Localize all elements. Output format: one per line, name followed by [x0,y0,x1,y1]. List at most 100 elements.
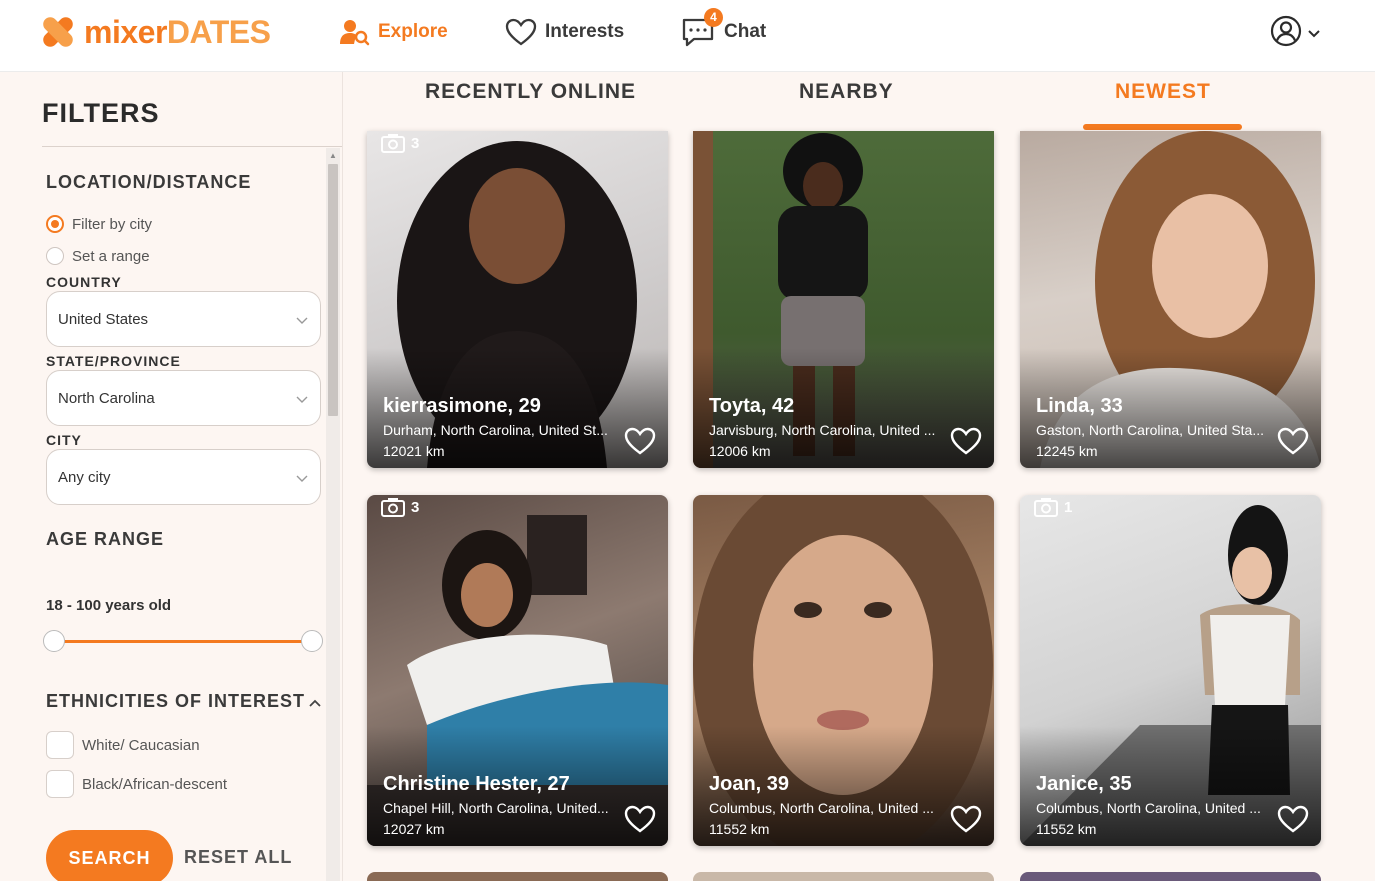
like-heart-icon[interactable] [1277,805,1309,838]
profile-name: Christine Hester, 27 [383,773,570,795]
site-logo[interactable]: mixerDATES [40,12,271,52]
filters-sidebar: FILTERS ▲ LOCATION/DISTANCE Filter by ci… [0,72,343,881]
chat-bubble-icon: 4 [682,8,723,48]
profile-location: Gaston, North Carolina, United Sta... [1036,422,1264,438]
age-slider-min-handle[interactable] [43,630,65,652]
profile-location: Chapel Hill, North Carolina, United... [383,800,609,816]
profile-location: Columbus, North Carolina, United ... [1036,800,1261,816]
like-heart-icon[interactable] [624,805,656,838]
photo-count: 3 [381,497,419,517]
nav-interests-label: Interests [545,21,625,42]
state-label: STATE/PROVINCE [46,353,181,369]
tab-nearby[interactable]: NEARBY [799,80,894,104]
search-button[interactable]: SEARCH [46,830,173,881]
logo-text-part1: mixer [84,13,167,50]
radio-set-range[interactable]: Set a range [46,247,150,265]
photo-count: 1 [1034,497,1072,517]
logo-mark-icon [40,14,76,50]
checkbox-box[interactable] [46,770,74,798]
photo-count-value: 1 [1064,498,1073,516]
profile-distance: 11552 km [709,821,770,837]
tab-newest[interactable]: NEWEST [1115,80,1211,104]
profile-location: Columbus, North Carolina, United ... [709,800,934,816]
scroll-up-arrow-icon[interactable]: ▲ [329,151,337,160]
radio-set-range-label: Set a range [72,247,150,265]
discover-tabs: RECENTLY ONLINE NEARBY NEWEST [343,72,1323,130]
country-select-value: United States [58,310,149,328]
account-menu[interactable] [1270,15,1320,52]
location-section-title: LOCATION/DISTANCE [46,172,252,192]
filters-divider [42,146,342,147]
radio-filter-by-city-label: Filter by city [72,215,153,233]
profile-card[interactable]: 1 Janice, 35 Columbus, North Carolina, U… [1020,495,1321,846]
profile-name: Toyta, 42 [709,395,795,417]
profile-name: kierrasimone, 29 [383,395,541,417]
profile-card[interactable]: Linda, 33 Gaston, North Carolina, United… [1020,131,1321,468]
like-heart-icon[interactable] [950,427,982,460]
country-label: COUNTRY [46,274,122,290]
profile-card[interactable]: Toyta, 42 Jarvisburg, North Carolina, Un… [693,131,994,468]
checkbox-white-caucasian-label: White/ Caucasian [82,736,200,754]
profile-card-next-row[interactable] [693,872,994,881]
like-heart-icon[interactable] [1277,427,1309,460]
radio-filter-by-city[interactable]: Filter by city [46,215,152,233]
person-search-icon [340,18,370,46]
photo-count-value: 3 [411,134,420,152]
like-heart-icon[interactable] [950,805,982,838]
profile-distance: 11552 km [1036,821,1097,837]
chevron-up-icon[interactable] [309,694,321,712]
age-slider-max-handle[interactable] [301,630,323,652]
country-select[interactable]: United States [46,291,321,347]
logo-text-part2: DATES [166,13,271,50]
city-label: CITY [46,432,82,448]
tab-recently-online[interactable]: RECENTLY ONLINE [425,80,636,104]
reset-all-button[interactable]: RESET ALL [184,847,292,868]
nav-explore[interactable]: Explore [340,14,448,50]
user-avatar-icon [1270,15,1302,52]
chevron-down-icon [296,312,308,329]
profile-name: Linda, 33 [1036,395,1123,417]
age-slider-track[interactable] [54,640,312,643]
heart-icon [505,18,537,46]
photo-count: 3 [381,133,419,153]
profile-distance: 12006 km [709,443,771,459]
chevron-down-icon [296,470,308,487]
profile-card[interactable]: 3 kierrasimone, 29 Durham, North Carolin… [367,131,668,468]
checkbox-black-african[interactable]: Black/African-descent [46,770,227,798]
scrollbar-thumb[interactable] [328,164,338,416]
profile-distance: 12027 km [383,821,445,837]
age-range-title: AGE RANGE [46,529,165,549]
radio-unselected-icon[interactable] [46,247,64,265]
ethnicities-title: ETHNICITIES OF INTEREST [46,691,306,711]
logo-text: mixerDATES [84,13,271,51]
camera-icon [381,498,405,517]
radio-selected-icon[interactable] [46,215,64,233]
city-select[interactable]: Any city [46,449,321,505]
profile-distance: 12245 km [1036,443,1098,459]
checkbox-white-caucasian[interactable]: White/ Caucasian [46,731,200,759]
checkbox-box[interactable] [46,731,74,759]
nav-interests[interactable]: Interests [505,14,624,50]
state-select-value: North Carolina [58,389,155,407]
chevron-down-icon [296,391,308,408]
chat-unread-badge: 4 [704,8,723,27]
active-tab-indicator [1083,124,1242,130]
filters-title: FILTERS [42,98,160,128]
profile-card[interactable]: 3 Christine Hester, 27 Chapel Hill, Nort… [367,495,668,846]
profile-location: Durham, North Carolina, United St... [383,422,608,438]
checkbox-black-african-label: Black/African-descent [82,775,228,793]
age-range-value: 18 - 100 years old [46,597,172,614]
state-select[interactable]: North Carolina [46,370,321,426]
profile-name: Janice, 35 [1036,773,1132,795]
chevron-down-icon [1308,25,1320,43]
profile-card[interactable]: Joan, 39 Columbus, North Carolina, Unite… [693,495,994,846]
photo-count-value: 3 [411,498,420,516]
profile-card-next-row[interactable] [1020,872,1321,881]
nav-chat-label: Chat [724,21,767,42]
like-heart-icon[interactable] [624,427,656,460]
sidebar-scrollbar[interactable]: ▲ [326,148,340,881]
profile-card-next-row[interactable] [367,872,668,881]
top-header: mixerDATES Explore Interests 4 Chat [0,0,1375,72]
nav-chat[interactable]: 4 Chat [682,8,767,50]
city-select-value: Any city [58,468,111,486]
